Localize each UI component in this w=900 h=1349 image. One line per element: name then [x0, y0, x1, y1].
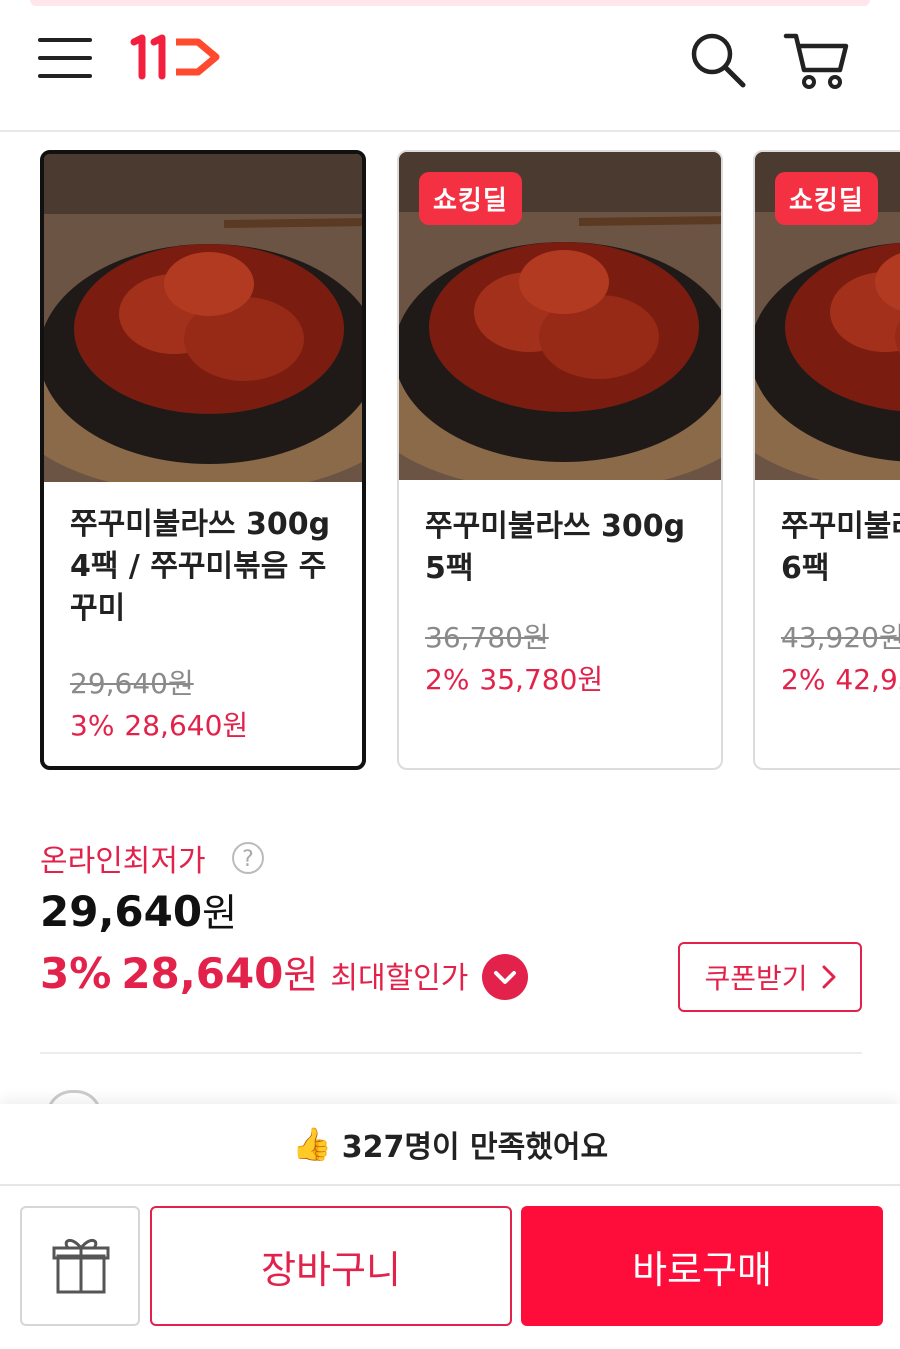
gift-icon [52, 1239, 110, 1294]
option-name: 쭈꾸미불라쓰 300g 6팩 [781, 509, 900, 586]
won-unit: 원 [283, 953, 319, 997]
add-to-cart-button[interactable]: 장바구니 [150, 1206, 512, 1326]
discount-price: 2% 42,920원 [781, 658, 900, 698]
shocking-deal-badge: 쇼킹딜 [775, 172, 878, 225]
cart-icon[interactable] [782, 28, 850, 92]
option-name: 쭈꾸미불라쓰 300g 5팩 [425, 509, 686, 586]
gift-button[interactable] [20, 1206, 140, 1326]
lowest-price-label: 온라인최저가 [40, 844, 206, 879]
search-icon[interactable] [688, 30, 748, 90]
coupon-button[interactable]: 쿠폰받기 [678, 942, 862, 1012]
original-price: 43,920원 [781, 621, 900, 654]
discount-rate: 3% [70, 709, 115, 742]
footer-divider [0, 1184, 900, 1186]
original-price-main: 29,640원 [40, 882, 237, 937]
add-to-cart-label: 장바구니 [261, 1247, 401, 1292]
discount-rate: 2% [425, 663, 470, 696]
won-unit: 원 [202, 891, 238, 935]
chevron-down-icon[interactable] [482, 954, 528, 1000]
coupon-label: 쿠폰받기 [704, 962, 808, 995]
option-card-6pack[interactable]: 쇼킹딜 쭈꾸미불라쓰 300g 6팩 43,920원 2% 42,920원 [753, 150, 900, 770]
satisfaction-banner[interactable]: 👍 327명이 만족했어요 [0, 1104, 900, 1184]
product-image [44, 154, 362, 482]
option-card-5pack[interactable]: 쇼킹딜 쭈꾸미불라쓰 300g 5팩 36,780원 2% 35,780원 [397, 150, 723, 770]
sale-price: 42,920원 [835, 663, 900, 696]
question-icon[interactable]: ? [232, 842, 264, 874]
original-price: 29,640원 [70, 667, 194, 700]
original-price: 36,780원 [425, 621, 549, 654]
discount-rate: 2% [781, 663, 826, 696]
sale-price: 35,780원 [479, 663, 604, 696]
satisfaction-text: 327명이 만족했어요 [341, 1130, 609, 1165]
sale-price: 28,640원 [124, 709, 249, 742]
option-card-4pack[interactable]: 쭈꾸미불라쓰 300g 4팩 / 쭈꾸미볶음 주꾸미 29,640원 3% 28,… [40, 150, 366, 770]
final-price-row: 3% 28,640원 최대할인가 [40, 944, 468, 1004]
buy-now-button[interactable]: 바로구매 [521, 1206, 883, 1326]
discount-price: 3% 28,640원 [70, 704, 248, 744]
section-divider [40, 1052, 862, 1054]
brand-logo[interactable] [128, 32, 228, 82]
max-discount-label: 최대할인가 [330, 961, 469, 996]
chevron-right-icon [822, 965, 836, 989]
final-discount-rate: 3% [40, 949, 112, 998]
menu-icon[interactable] [38, 34, 94, 82]
original-price-amount: 29,640 [40, 887, 203, 936]
header [0, 0, 900, 132]
option-name: 쭈꾸미불라쓰 300g 4팩 / 쭈꾸미볶음 주꾸미 [70, 507, 331, 626]
discount-price: 2% 35,780원 [425, 658, 603, 698]
buy-now-label: 바로구매 [632, 1247, 772, 1292]
option-carousel[interactable]: 쭈꾸미불라쓰 300g 4팩 / 쭈꾸미볶음 주꾸미 29,640원 3% 28,… [0, 150, 900, 780]
thumbs-up-icon: 👍 [291, 1125, 332, 1163]
shocking-deal-badge: 쇼킹딜 [419, 172, 522, 225]
final-price-amount: 28,640 [121, 949, 284, 998]
